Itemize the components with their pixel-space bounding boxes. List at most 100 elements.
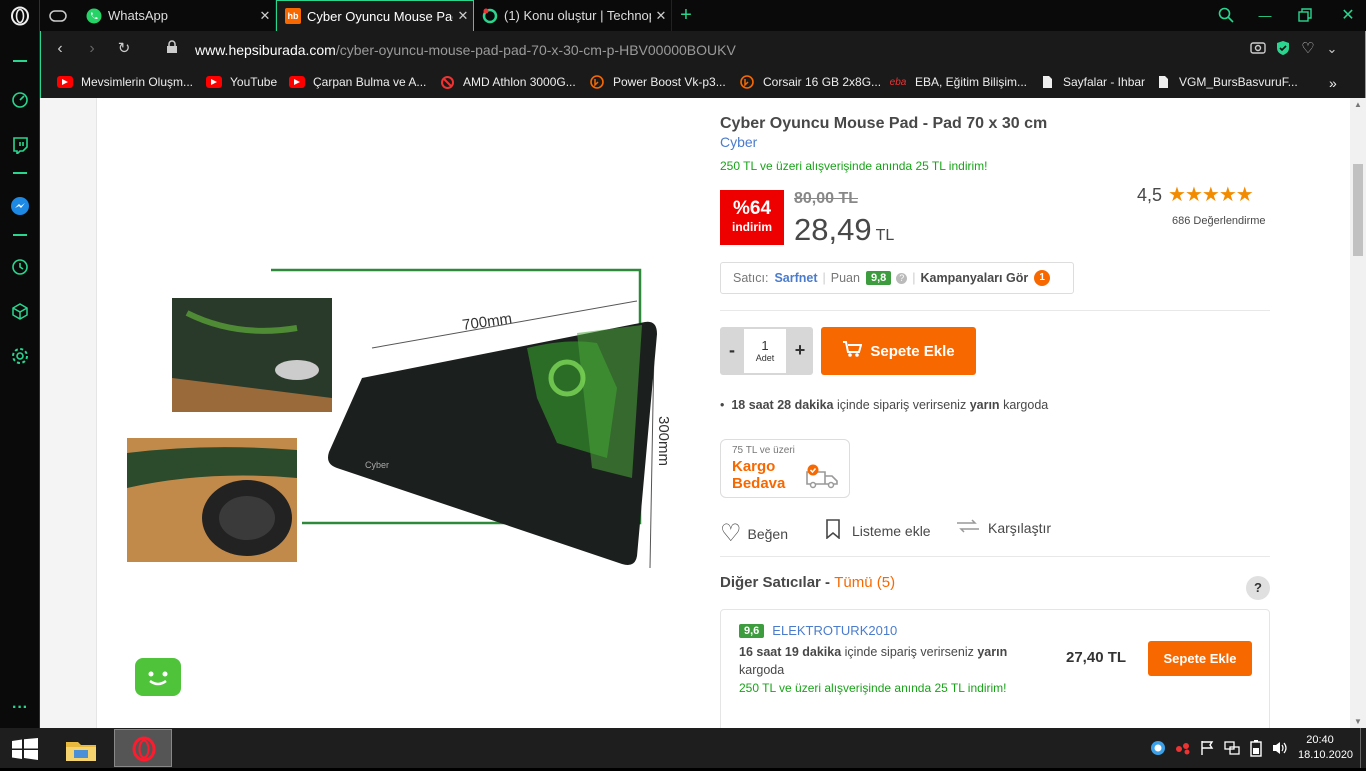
scroll-up-icon[interactable]: ▲	[1354, 100, 1362, 109]
qty-plus-button[interactable]: +	[788, 340, 812, 361]
game-controller-icon[interactable]	[48, 6, 68, 26]
scrollbar-thumb[interactable]	[1353, 164, 1363, 256]
width-dimension-label: 700mm	[461, 310, 513, 334]
rating-value: 4,5	[1137, 185, 1163, 205]
restore-window-icon[interactable]	[1295, 5, 1315, 25]
messenger-icon[interactable]	[10, 196, 30, 216]
extensions-box-icon[interactable]	[10, 301, 30, 321]
add-to-list-button[interactable]: Listeme ekle	[826, 519, 931, 542]
url-domain: www.hepsiburada.com	[195, 42, 336, 58]
bookmark-item[interactable]: eba EBA, Eğitim Bilişim...	[889, 75, 1027, 89]
more-dots-icon[interactable]: ···	[10, 698, 30, 718]
reload-icon[interactable]: ↻	[115, 40, 133, 58]
delivery-info: • 18 saat 28 dakika içinde sipariş verir…	[720, 398, 1049, 412]
delivery-day: yarın	[977, 645, 1008, 659]
seller-add-to-cart-button[interactable]: Sepete Ekle	[1148, 641, 1252, 676]
bookmark-item[interactable]: YouTube	[206, 75, 277, 89]
bookmark-item[interactable]: AMD Athlon 3000G...	[439, 75, 576, 89]
history-icon[interactable]	[10, 257, 30, 277]
delivery-end: kargoda	[1003, 398, 1049, 412]
bookmark-icon	[826, 519, 840, 542]
battery-icon[interactable]	[1248, 739, 1264, 760]
close-tab-icon[interactable]: ✕	[255, 8, 275, 24]
review-count[interactable]: 686 Değerlendirme	[1172, 215, 1266, 227]
seller-name-link[interactable]: Sarfnet	[774, 271, 817, 285]
windows-start-icon[interactable]	[12, 738, 38, 763]
other-sellers-all-link[interactable]: Tümü (5)	[834, 574, 895, 591]
free-shipping-badge: 75 TL ve üzeri Kargo Bedava	[720, 439, 850, 498]
show-desktop-button[interactable]	[1360, 728, 1361, 768]
minimize-icon[interactable]: —	[1255, 5, 1275, 25]
youtube-icon	[289, 76, 305, 88]
speed-dial-icon[interactable]	[10, 90, 30, 110]
settings-gear-icon[interactable]	[10, 346, 30, 366]
tray-app-icon[interactable]	[1174, 740, 1192, 759]
opera-taskbar-button[interactable]	[114, 729, 172, 767]
url-field[interactable]: www.hepsiburada.com/cyber-oyuncu-mouse-p…	[195, 42, 736, 58]
compare-button[interactable]: Karşılaştır	[956, 519, 1051, 536]
like-label: Beğen	[747, 525, 788, 542]
dropdown-chevron-icon[interactable]: ⌄	[1323, 40, 1341, 58]
close-window-icon[interactable]: ✕	[1338, 5, 1358, 25]
forward-arrow-icon[interactable]: ›	[83, 40, 101, 58]
qty-minus-button[interactable]: -	[720, 340, 744, 361]
product-brand-link[interactable]: Cyber	[720, 134, 757, 150]
seller-price: 27,40 TL	[1066, 649, 1127, 666]
qty-input[interactable]: 1 Adet	[744, 329, 786, 373]
promo-text: 250 TL ve üzeri alışverişinde anında 25 …	[720, 159, 988, 173]
bookmark-item[interactable]: Corsair 16 GB 2x8G...	[739, 75, 881, 89]
twitch-icon[interactable]	[10, 135, 30, 155]
bookmark-label: VGM_BursBasvuruF...	[1179, 75, 1298, 89]
tab-whatsapp[interactable]: WhatsApp ✕	[78, 0, 276, 31]
cart-icon	[842, 340, 863, 362]
seller-label: Satıcı:	[733, 271, 769, 285]
technopat-icon	[482, 8, 498, 24]
add-to-cart-button[interactable]: Sepete Ekle	[821, 327, 976, 375]
browser-sidebar: ···	[0, 0, 40, 728]
tab-technopat[interactable]: (1) Konu oluştur | Technopat ✕	[474, 0, 672, 31]
height-dimension-label: 300mm	[655, 416, 672, 466]
bookmark-item[interactable]: VGM_BursBasvuruF...	[1155, 75, 1298, 89]
delivery-truck-icon	[805, 464, 841, 493]
bookmarks-overflow-icon[interactable]: »	[1329, 75, 1337, 91]
new-tab-plus-icon[interactable]: +	[676, 4, 696, 26]
discount-label: indirim	[731, 220, 772, 234]
adblock-shield-icon[interactable]	[1274, 40, 1292, 58]
bookmark-item[interactable]: Çarpan Bulma ve A...	[289, 75, 426, 89]
tab-title: Cyber Oyuncu Mouse Pad - Pad	[307, 8, 453, 24]
tray-network-globe-icon[interactable]	[1150, 740, 1166, 759]
price-currency: TL	[875, 227, 895, 244]
like-button[interactable]: ♡ Beğen	[720, 519, 788, 548]
close-tab-icon[interactable]: ✕	[651, 8, 671, 24]
help-icon[interactable]: ?	[1246, 576, 1270, 600]
heart-icon: ♡	[720, 520, 742, 547]
product-image[interactable]: Cyber 700mm 300mm	[97, 98, 697, 728]
bookmark-item[interactable]: Mevsimlerin Oluşm...	[57, 75, 193, 89]
discount-badge: %64 indirim	[720, 190, 784, 245]
bookmark-item[interactable]: Power Boost Vk-p3...	[589, 75, 726, 89]
chat-assistant-button[interactable]	[135, 658, 181, 696]
clock[interactable]: 20:40 18.10.2020	[1298, 734, 1353, 761]
score-help-icon[interactable]: ?	[896, 272, 908, 284]
opera-logo-icon[interactable]	[10, 6, 30, 26]
tab-hepsiburada[interactable]: hb Cyber Oyuncu Mouse Pad - Pad ✕	[276, 0, 474, 31]
network-icon[interactable]	[1224, 740, 1240, 759]
bookmark-item[interactable]: Sayfalar - Ihbar	[1039, 75, 1145, 89]
heart-bookmark-icon[interactable]: ♡	[1299, 40, 1317, 58]
add-to-cart-label: Sepete Ekle	[870, 342, 955, 360]
action-center-flag-icon[interactable]	[1200, 740, 1214, 759]
search-tabs-icon[interactable]	[1216, 5, 1236, 25]
camera-snapshot-icon[interactable]	[1249, 40, 1267, 58]
seller-name-link[interactable]: ELEKTROTURK2010	[772, 623, 897, 638]
bookmark-label: Mevsimlerin Oluşm...	[81, 75, 194, 89]
file-explorer-icon[interactable]	[62, 734, 100, 766]
close-tab-icon[interactable]: ✕	[453, 8, 473, 24]
rating[interactable]: 4,5 ★★★★★	[1137, 182, 1254, 207]
list-label: Listeme ekle	[852, 522, 931, 539]
volume-icon[interactable]	[1272, 740, 1288, 759]
back-arrow-icon[interactable]: ‹	[51, 40, 69, 58]
scroll-down-icon[interactable]: ▼	[1354, 717, 1362, 726]
lock-icon[interactable]	[163, 40, 181, 58]
campaigns-link[interactable]: Kampanyaları Gör	[921, 271, 1029, 285]
page-scrollbar[interactable]: ▲ ▼	[1350, 98, 1366, 728]
